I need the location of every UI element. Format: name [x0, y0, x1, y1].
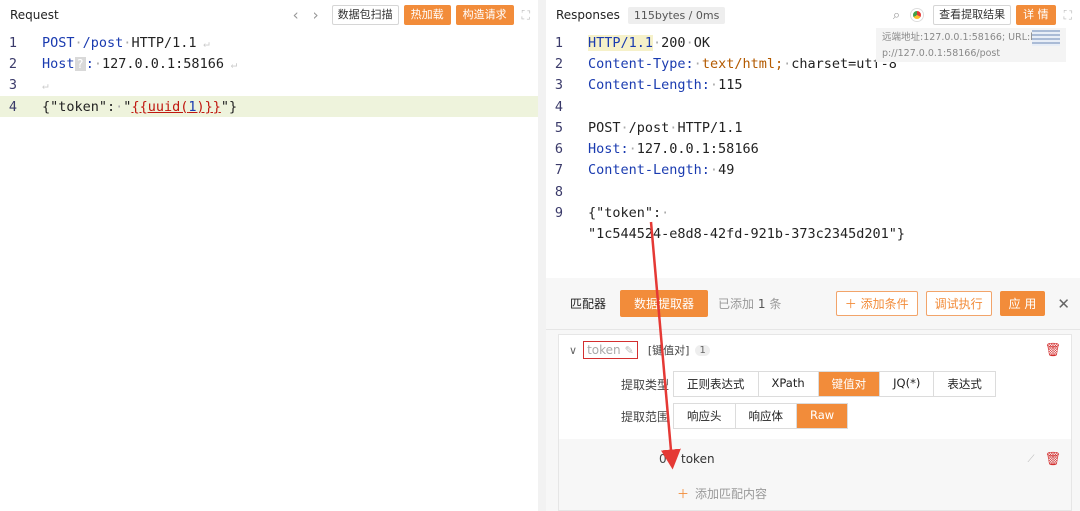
added-count-text: 已添加 1 条	[718, 297, 782, 311]
plus-icon: ＋	[677, 486, 690, 501]
hot-reload-button[interactable]: 热加载	[403, 5, 451, 25]
response-toolbar: Responses 115bytes / 0ms ⌕ 查看提取结果 详 情 ⛶	[546, 0, 1080, 30]
extractor-rule-card: ∨ token ✎ [键值对] 1 🗑 提取类型 正则表达式 XPath 键值对 …	[558, 334, 1072, 511]
rule-count-badge: 1	[695, 344, 710, 356]
code-line: 3 ↵	[8, 77, 49, 94]
match-row: 0 token ⟋ 🗑	[559, 439, 1071, 479]
close-icon[interactable]: ✕	[1057, 295, 1070, 313]
request-pane: Request ‹ › 数据包扫描 热加载 构造请求 ⛶ 1 POST·/pos…	[0, 0, 538, 511]
type-option-regex[interactable]: 正则表达式	[674, 372, 759, 396]
search-icon[interactable]: ⌕	[893, 8, 900, 23]
nav-prev-icon[interactable]: ‹	[293, 6, 299, 24]
extract-scope-selector: 响应头 响应体 Raw	[673, 403, 849, 429]
chrome-icon[interactable]	[911, 9, 924, 21]
plus-icon: ＋	[844, 297, 861, 311]
response-editor[interactable]: 1 HTTP/1.1·200·OK 2 Content-Type:·text/h…	[546, 32, 1080, 245]
match-index: 0	[659, 452, 667, 466]
code-line: 7 Content-Length:·49	[554, 162, 735, 179]
scope-option-body[interactable]: 响应体	[735, 404, 797, 428]
code-line: 9 {"token":·	[554, 205, 670, 222]
code-line: 1 POST·/post·HTTP/1.1 ↵	[8, 34, 210, 51]
type-option-jq[interactable]: JQ(*)	[880, 372, 935, 396]
apply-button[interactable]: 应 用	[999, 291, 1046, 316]
rule-name-field[interactable]: token ✎	[583, 341, 638, 359]
code-line: 8	[554, 183, 563, 200]
extract-type-row: 提取类型 正则表达式 XPath 键值对 JQ(*) 表达式	[559, 371, 1071, 397]
edit-icon[interactable]: ✎	[625, 344, 634, 357]
extract-scope-label: 提取范围	[621, 409, 670, 424]
scope-option-header[interactable]: 响应头	[674, 404, 736, 428]
code-line: 5 POST·/post·HTTP/1.1	[554, 119, 743, 136]
delete-match-icon[interactable]: 🗑	[1044, 452, 1061, 467]
match-key-input[interactable]: token	[681, 452, 1027, 466]
tab-extractor[interactable]: 数据提取器	[620, 290, 709, 317]
view-extract-result-button[interactable]: 查看提取结果	[933, 5, 1012, 25]
add-match-content-button[interactable]: ＋添加匹配内容	[559, 479, 1071, 507]
build-request-button[interactable]: 构造请求	[455, 5, 514, 25]
code-line: 2 Host?:·127.0.0.1:58166 ↵	[8, 55, 238, 72]
delete-rule-icon[interactable]: 🗑	[1044, 343, 1061, 358]
rule-header[interactable]: ∨ token ✎ [键值对] 1 🗑	[559, 335, 1071, 365]
request-editor[interactable]: 1 POST·/post·HTTP/1.1 ↵ 2 Host?:·127.0.0…	[0, 32, 538, 118]
request-title: Request	[10, 8, 59, 22]
expand-icon[interactable]: ⛶	[1064, 8, 1072, 23]
extractor-toolbar: 匹配器 数据提取器 已添加 1 条 ＋ 添加条件 调试执行 应 用 ✕	[546, 278, 1080, 330]
request-toolbar: Request ‹ › 数据包扫描 热加载 构造请求 ⛶	[0, 0, 538, 30]
response-pane: Responses 115bytes / 0ms ⌕ 查看提取结果 详 情 ⛶ …	[546, 0, 1080, 511]
scope-option-raw[interactable]: Raw	[797, 404, 848, 428]
resize-handle-icon[interactable]: ⟋	[1027, 454, 1034, 465]
rule-type-label: [键值对]	[647, 344, 690, 357]
extractor-panel: 匹配器 数据提取器 已添加 1 条 ＋ 添加条件 调试执行 应 用 ✕ ∨ to…	[546, 278, 1080, 511]
packet-scan-button[interactable]: 数据包扫描	[331, 5, 399, 25]
nav-next-icon[interactable]: ›	[313, 6, 319, 24]
match-content-area: 0 token ⟋ 🗑 ＋添加匹配内容	[559, 439, 1071, 510]
chevron-down-icon[interactable]: ∨	[569, 344, 577, 357]
hint-icon: ?	[74, 56, 86, 71]
code-line: 6 Host:·127.0.0.1:58166	[554, 141, 759, 158]
pane-divider[interactable]	[538, 0, 546, 511]
extract-type-label: 提取类型	[621, 377, 670, 392]
type-option-kv[interactable]: 键值对	[818, 372, 881, 396]
minimap[interactable]	[1032, 30, 1060, 46]
code-line: 3 Content-Length:·115	[554, 77, 743, 94]
type-option-xpath[interactable]: XPath	[758, 372, 819, 396]
debug-run-button[interactable]: 调试执行	[925, 291, 992, 316]
extract-scope-row: 提取范围 响应头 响应体 Raw	[559, 403, 1071, 429]
extract-type-selector: 正则表达式 XPath 键值对 JQ(*) 表达式	[673, 371, 996, 397]
type-option-expr[interactable]: 表达式	[934, 372, 995, 396]
uuid-template: {{uuid(1)}}	[131, 98, 221, 115]
detail-button[interactable]: 详 情	[1016, 5, 1056, 25]
code-line-highlighted: 4 {"token":·"{{uuid(1)}}"}	[0, 95, 538, 118]
code-line: 4	[554, 98, 563, 115]
expand-icon[interactable]: ⛶	[522, 8, 530, 23]
tab-matcher[interactable]: 匹配器	[556, 290, 620, 317]
add-condition-button[interactable]: ＋ 添加条件	[835, 291, 918, 316]
response-size-badge: 115bytes / 0ms	[627, 6, 726, 24]
code-line-wrapped: "1c544524-e8d8-42fd-921b-373c2345d201"}	[588, 226, 905, 243]
response-title: Responses	[556, 8, 620, 22]
